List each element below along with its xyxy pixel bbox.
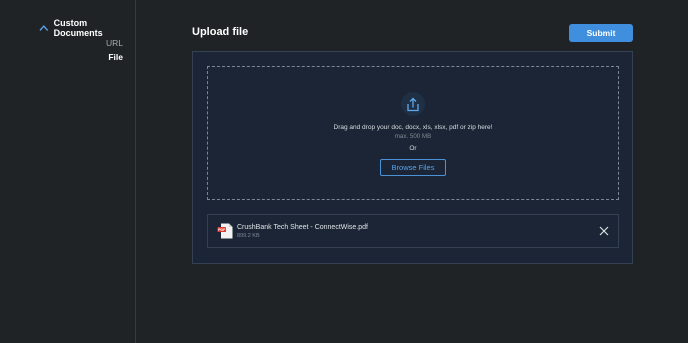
- browse-files-button[interactable]: Browse Files: [380, 159, 446, 176]
- chevron-up-icon: [39, 25, 49, 31]
- file-name: CrushBank Tech Sheet - ConnectWise.pdf: [237, 224, 368, 231]
- file-dropzone[interactable]: Drag and drop your doc, docx, xls, xlsx,…: [207, 66, 619, 200]
- sidebar: Custom Documents URL File: [0, 0, 136, 343]
- page-title: Upload file: [192, 26, 249, 38]
- submit-button[interactable]: Submit: [569, 24, 633, 42]
- or-separator: Or: [409, 145, 417, 152]
- dropzone-instruction: Drag and drop your doc, docx, xls, xlsx,…: [333, 124, 493, 131]
- upload-panel: Drag and drop your doc, docx, xls, xlsx,…: [192, 51, 633, 264]
- pdf-file-icon: PDF: [217, 223, 233, 239]
- upload-icon: [401, 92, 425, 116]
- file-size: 899.2 KB: [237, 233, 260, 239]
- uploaded-file-item: PDF CrushBank Tech Sheet - ConnectWise.p…: [207, 214, 619, 248]
- max-size-hint: max. 500 MB: [394, 133, 432, 140]
- close-icon[interactable]: [599, 226, 609, 236]
- sidebar-section-header[interactable]: Custom Documents: [39, 18, 135, 38]
- sidebar-item-file[interactable]: File: [108, 52, 123, 62]
- upload-arrow-glyph: [407, 97, 419, 111]
- sidebar-section-title: Custom Documents: [53, 18, 103, 38]
- sidebar-item-url[interactable]: URL: [106, 38, 123, 48]
- svg-text:PDF: PDF: [218, 228, 226, 232]
- app-root: Custom Documents URL File Upload file Su…: [0, 0, 688, 343]
